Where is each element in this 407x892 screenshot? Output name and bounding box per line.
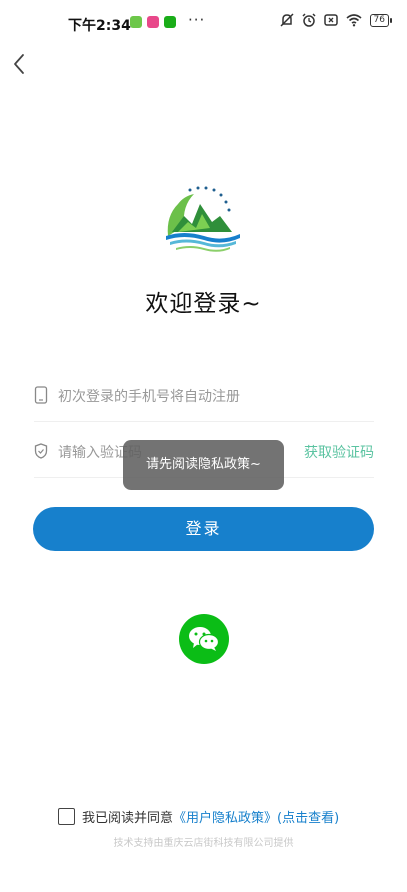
green-app-icon xyxy=(130,16,142,28)
footer-note: 技术支持由重庆云店街科技有限公司提供 xyxy=(113,838,294,849)
privacy-policy-link[interactable]: 《用户隐私政策》 xyxy=(173,807,277,826)
status-time: 下午2:34 xyxy=(68,18,131,34)
close-box-icon xyxy=(323,14,338,26)
phone-icon xyxy=(34,386,48,404)
alarm-icon xyxy=(302,13,316,27)
agreement-checkbox[interactable] xyxy=(58,807,75,825)
notification-icons xyxy=(130,16,176,28)
system-icons: 76 xyxy=(280,13,393,27)
login-button[interactable]: 登录 xyxy=(33,507,374,551)
mute-icon xyxy=(280,13,294,27)
battery-icon: 76 xyxy=(369,13,393,27)
phone-input[interactable]: 初次登录的手机号将自动注册 xyxy=(34,372,374,422)
back-button[interactable] xyxy=(8,52,32,76)
get-code-button[interactable]: 获取验证码 xyxy=(304,442,374,462)
status-bar: 下午2:34 ··· 76 xyxy=(0,0,407,44)
shield-icon xyxy=(34,443,48,459)
agreement-text: 我已阅读并同意 xyxy=(82,810,174,826)
toast-message: 请先阅读隐私政策~ xyxy=(123,440,284,490)
wechat-login-button[interactable] xyxy=(179,614,229,664)
chevron-left-icon xyxy=(14,54,24,74)
view-policy-link[interactable]: (点击查看) xyxy=(277,807,339,826)
more-notifications-icon: ··· xyxy=(188,11,206,29)
phone-placeholder: 初次登录的手机号将自动注册 xyxy=(58,389,240,405)
welcome-title: 欢迎登录~ xyxy=(145,291,262,317)
app-logo xyxy=(164,186,242,258)
agreement-row: 我已阅读并同意 《用户隐私政策》 (点击查看) xyxy=(58,806,339,826)
wechat-icon xyxy=(189,627,220,651)
wechat-app-icon xyxy=(164,16,176,28)
pink-app-icon xyxy=(147,16,159,28)
wifi-icon xyxy=(346,14,362,27)
